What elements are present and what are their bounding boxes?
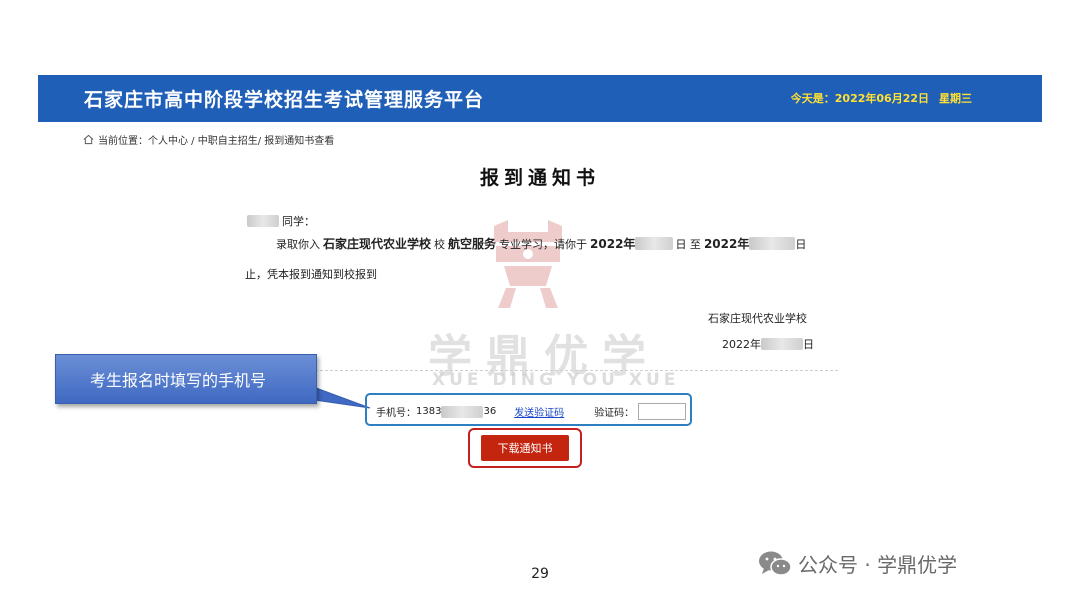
end-year: 2022年 <box>703 237 750 251</box>
signature-school: 石家庄现代农业学校 <box>708 312 807 325</box>
redacted-phone <box>441 405 484 418</box>
admission-text: 录取你入 石家庄现代农业学校 校 航空服务 专业学习，请你于 2022年 日 至… <box>276 235 806 252</box>
admit-prefix: 录取你入 <box>276 237 320 251</box>
watermark-text-en: XUE DING YOU XUE <box>432 370 680 390</box>
date-display: 今天是：2022年06月22日 星期三 <box>781 90 972 106</box>
report-instruction: 止，凭本报到通知到校报到 <box>245 268 377 281</box>
start-day-text: 日 至 <box>675 237 701 251</box>
breadcrumb: 当前位置：个人中心 / 中职自主招生/ 报到通知书查看 <box>83 132 334 147</box>
wechat-brand: 公众号 · 学鼎优学 <box>758 549 957 578</box>
platform-title: 石家庄市高中阶段学校招生考试管理服务平台 <box>84 89 485 111</box>
start-year: 2022年 <box>590 237 636 251</box>
annotation-callout: 考生报名时填写的手机号 <box>55 354 317 404</box>
school-name: 石家庄现代农业学校 <box>323 237 432 251</box>
student-suffix: 同学： <box>282 215 315 228</box>
major-name: 航空服务 <box>448 237 497 251</box>
code-label: 验证码： <box>594 408 635 419</box>
redacted-start-date <box>635 237 674 250</box>
sign-year: 2022年 <box>722 338 761 351</box>
notice-title: 报到通知书 <box>479 167 600 189</box>
end-day-text: 日 <box>795 237 807 251</box>
student-salutation: 同学： <box>247 213 315 229</box>
verification-row: 手机号： 1383 36 发送验证码 验证码： <box>376 403 687 420</box>
brand-text: 公众号 · 学鼎优学 <box>798 553 958 577</box>
top-banner: 石家庄市高中阶段学校招生考试管理服务平台 今天是：2022年06月22日 星期三 <box>38 75 1042 122</box>
phone-prefix: 1383 <box>416 406 442 417</box>
signature-date: 2022年 日 <box>722 336 814 352</box>
major-suffix: 专业学习，请你于 <box>499 237 588 251</box>
school-suffix: 校 <box>434 237 446 251</box>
today-label: 今天是：2022年06月22日 <box>790 92 929 105</box>
redacted-sign-date <box>761 338 803 350</box>
watermark-logo-icon <box>494 220 562 308</box>
divider <box>240 370 838 371</box>
download-notice-button[interactable]: 下载通知书 <box>481 435 569 461</box>
send-code-link[interactable]: 发送验证码 <box>514 404 564 419</box>
weekday-label: 星期三 <box>939 92 972 105</box>
phone-suffix: 36 <box>483 406 497 417</box>
breadcrumb-text: 当前位置：个人中心 / 中职自主招生/ 报到通知书查看 <box>98 136 335 147</box>
redacted-end-date <box>749 237 796 250</box>
sign-day: 日 <box>803 338 814 351</box>
wechat-icon <box>759 551 792 576</box>
redacted-name <box>247 215 279 227</box>
phone-label: 手机号： <box>376 408 416 419</box>
verification-code-input[interactable] <box>638 403 687 420</box>
home-icon[interactable] <box>83 134 94 145</box>
